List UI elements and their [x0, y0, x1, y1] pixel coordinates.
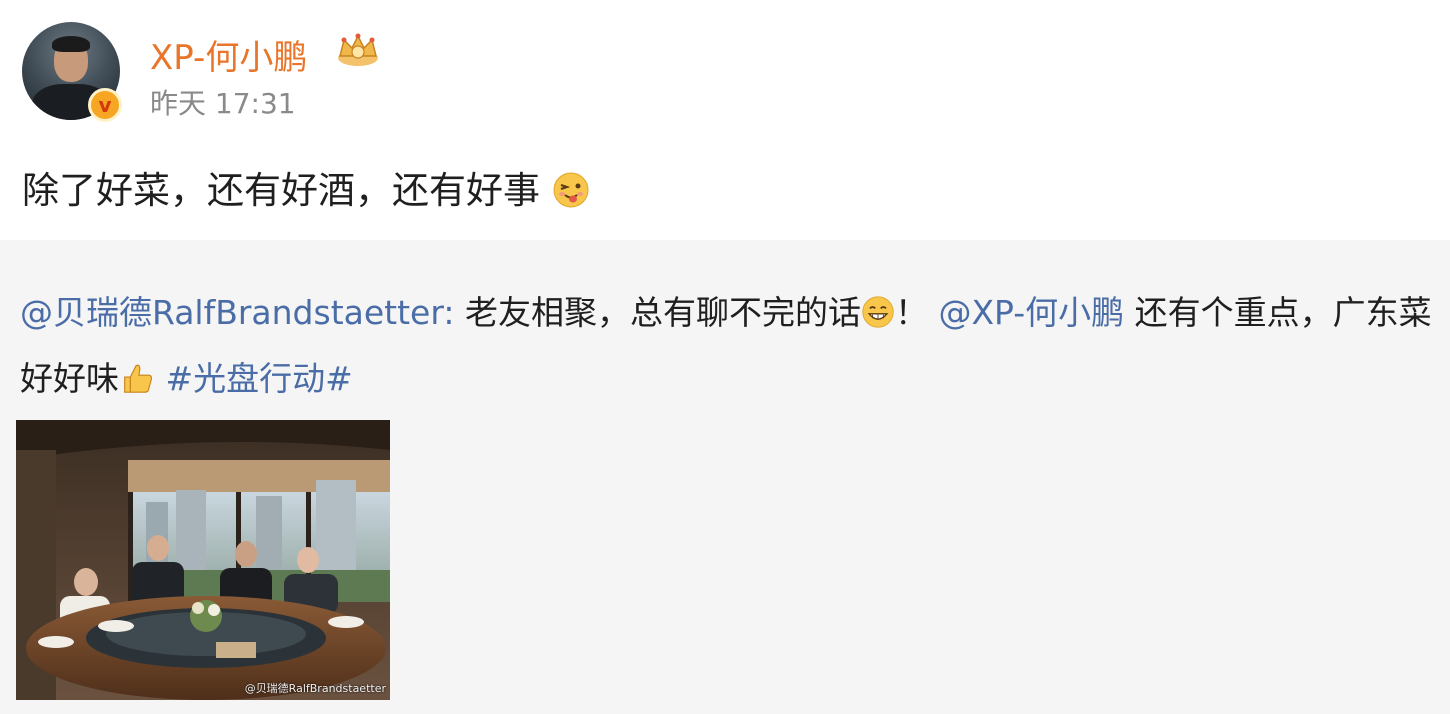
- post-header: v XP-何小鹏 昨天 17:31: [0, 0, 1450, 130]
- retweet-text-part1: 老友相聚，总有聊不完的话: [454, 293, 861, 332]
- grin-emoji-icon: [862, 296, 894, 328]
- post-text: 除了好菜，还有好酒，还有好事: [22, 169, 540, 212]
- author-name[interactable]: XP-何小鹏: [150, 30, 307, 79]
- avatar-hair: [52, 36, 90, 52]
- retweet-photo[interactable]: @贝瑞德RalfBrandstaetter: [16, 420, 390, 700]
- mention-separator: :: [443, 293, 455, 332]
- hashtag-link[interactable]: #光盘行动#: [166, 359, 353, 398]
- retweet-mention-2[interactable]: @XP-何小鹏: [938, 293, 1124, 332]
- crown-badge-icon[interactable]: [334, 32, 382, 68]
- retweet-text: @贝瑞德RalfBrandstaetter: 老友相聚，总有聊不完的话 ！ @X…: [20, 280, 1440, 412]
- post-body: 除了好菜，还有好酒，还有好事: [22, 160, 590, 214]
- retweet-card[interactable]: @贝瑞德RalfBrandstaetter: 老友相聚，总有聊不完的话 ！ @X…: [0, 240, 1450, 714]
- verified-badge-icon: v: [88, 88, 122, 122]
- photo-watermark: @贝瑞德RalfBrandstaetter: [244, 682, 386, 695]
- retweet-text-part2: ！: [894, 293, 928, 332]
- post-timestamp[interactable]: 昨天 17:31: [150, 82, 296, 122]
- thumbs-up-emoji-icon: [124, 364, 153, 393]
- dinner-photo-image: [16, 420, 390, 700]
- retweet-author-mention[interactable]: @贝瑞德RalfBrandstaetter: [20, 293, 443, 332]
- tongue-wink-emoji-icon: [553, 172, 589, 208]
